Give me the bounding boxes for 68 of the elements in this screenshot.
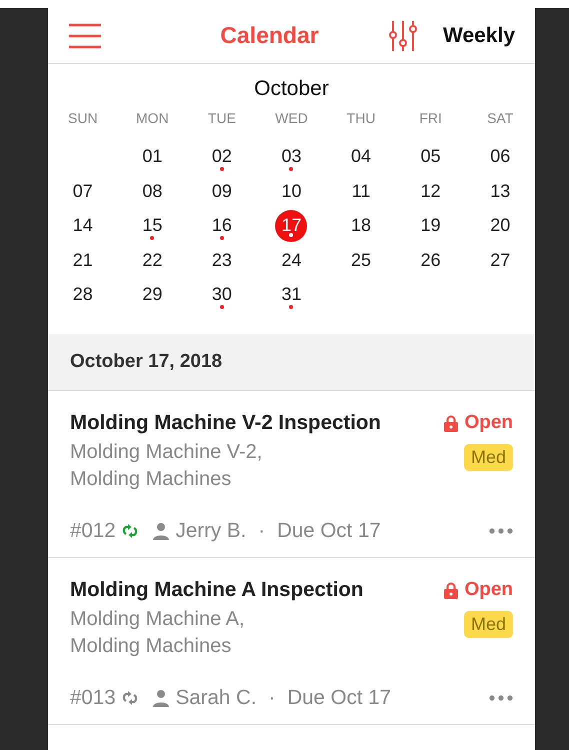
location-text: Molding Machine V-2, — [70, 440, 262, 465]
location-text: Molding Machine A, — [70, 607, 245, 632]
work-order-title: Molding Machine V-2 Inspection — [70, 411, 381, 435]
weekday-label: SUN — [67, 109, 99, 128]
calendar-day[interactable]: 31 — [275, 278, 308, 311]
calendar-day[interactable]: 01 — [136, 140, 168, 173]
calendar-day[interactable]: 30 — [206, 278, 238, 311]
weekday-label: MON — [135, 109, 170, 128]
status-label: Open — [464, 412, 513, 434]
weekday-label: THU — [346, 109, 376, 128]
priority-badge: Med — [464, 444, 513, 471]
calendar-day[interactable]: 23 — [206, 244, 238, 276]
lock-icon — [444, 414, 458, 432]
calendar-day[interactable]: 05 — [414, 140, 447, 173]
calendar-day[interactable]: 07 — [66, 175, 99, 208]
weekday-label: TUE — [206, 109, 237, 128]
calendar-day[interactable]: 04 — [345, 140, 378, 173]
calendar-day[interactable]: 11 — [345, 175, 378, 208]
filter-icon[interactable] — [389, 20, 417, 52]
calendar-day[interactable]: 24 — [275, 244, 308, 276]
calendar-day[interactable]: 16 — [206, 210, 238, 242]
calendar-day[interactable]: 15 — [136, 210, 168, 242]
status-label: Open — [464, 579, 513, 601]
due-date: Due Oct 17 — [287, 686, 392, 710]
separator-dot: · — [268, 686, 276, 710]
location-text: Molding Machines — [70, 467, 232, 492]
calendar-day[interactable]: 29 — [136, 278, 168, 311]
priority-badge: Med — [464, 611, 513, 638]
lock-icon — [444, 582, 458, 598]
calendar-day[interactable]: 18 — [345, 210, 378, 242]
person-icon — [152, 522, 170, 540]
calendar-day[interactable]: 10 — [275, 175, 308, 208]
assignee-name: Sarah C. — [176, 686, 257, 710]
location-text: Molding Machines — [70, 634, 232, 659]
calendar-day[interactable]: 08 — [136, 175, 168, 208]
month-title: October — [253, 77, 330, 101]
calendar-day[interactable]: 03 — [275, 140, 308, 173]
menu-icon[interactable] — [68, 22, 102, 48]
calendar-day[interactable]: 13 — [484, 175, 516, 208]
calendar-day[interactable]: 22 — [136, 244, 168, 276]
view-toggle[interactable]: Weekly — [443, 24, 515, 48]
separator-dot: · — [258, 519, 266, 543]
calendar-day[interactable]: 28 — [66, 278, 99, 311]
calendar-day[interactable]: 12 — [414, 175, 447, 208]
weekday-label: SAT — [486, 109, 514, 128]
person-icon — [152, 689, 170, 707]
calendar-day[interactable]: 06 — [484, 140, 516, 173]
calendar-day[interactable]: 02 — [206, 140, 238, 173]
weekday-label: FRI — [418, 109, 443, 128]
calendar-day[interactable]: 26 — [414, 244, 447, 276]
date-heading: October 17, 2018 — [70, 351, 222, 373]
calendar-day[interactable]: 14 — [66, 210, 99, 242]
calendar-day[interactable]: 20 — [484, 210, 516, 242]
more-icon[interactable] — [489, 528, 513, 534]
work-order-number: #012 — [70, 519, 116, 543]
weekday-label: WED — [274, 109, 309, 128]
calendar-day[interactable]: 21 — [66, 244, 99, 276]
calendar-day[interactable]: 27 — [484, 244, 516, 276]
calendar-day[interactable]: 17 — [275, 210, 308, 242]
calendar-day[interactable]: 09 — [206, 175, 238, 208]
calendar-day[interactable]: 25 — [345, 244, 378, 276]
more-icon[interactable] — [489, 695, 513, 701]
due-date: Due Oct 17 — [277, 519, 381, 543]
work-order-title: Molding Machine A Inspection — [70, 578, 364, 602]
assignee-name: Jerry B. — [176, 519, 246, 543]
calendar-day[interactable]: 19 — [414, 210, 447, 242]
work-order-number: #013 — [70, 686, 116, 710]
screen-title: Calendar — [219, 22, 320, 49]
